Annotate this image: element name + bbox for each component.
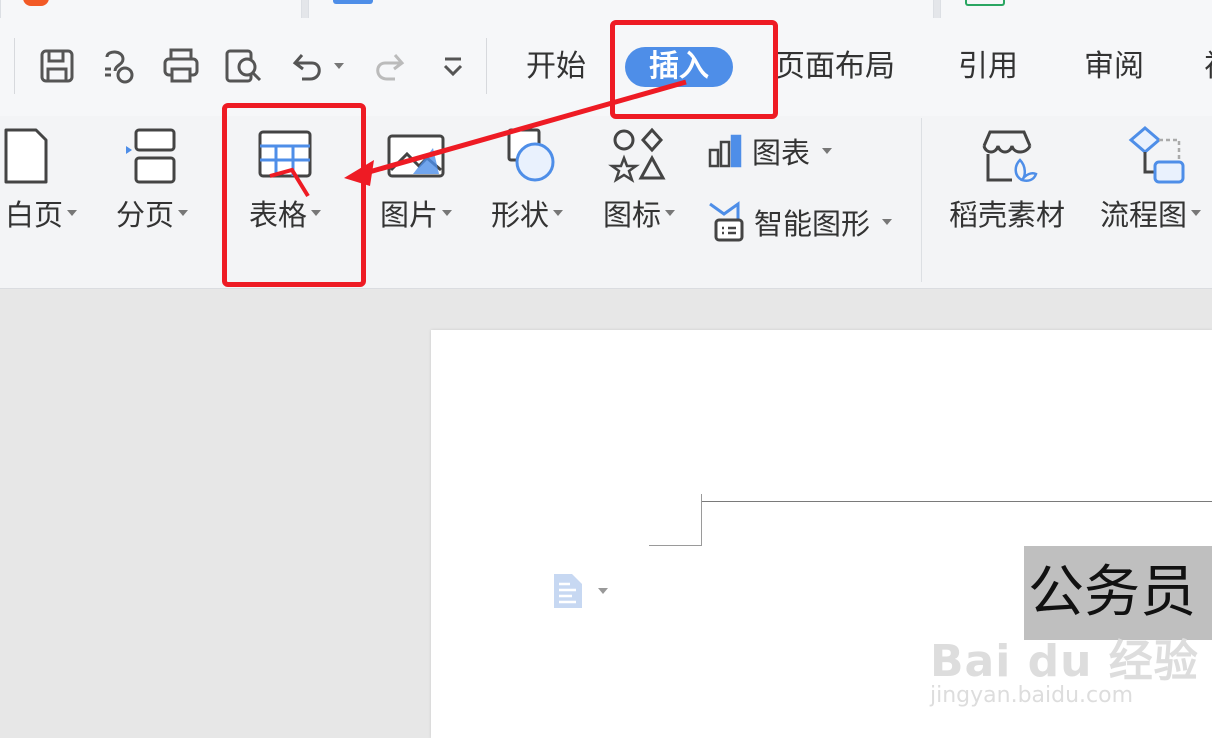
print-preview-button[interactable] [221, 44, 265, 88]
chart-button[interactable]: 图表 [706, 130, 833, 172]
picture-button[interactable]: 图片 [374, 126, 458, 234]
shape-label: 形状 [490, 198, 549, 232]
picture-label: 图片 [379, 198, 438, 232]
undo-dropdown-icon[interactable] [334, 63, 344, 69]
app-tab-strip [0, 0, 1212, 18]
page-margin-guide-vertical [701, 494, 702, 546]
redo-icon [376, 54, 405, 81]
page-break-label: 分页 [115, 198, 174, 232]
insert-tab-highlight [610, 20, 778, 119]
flowchart-button[interactable]: 流程图 [1100, 126, 1212, 234]
page-break-button[interactable]: 分页 [110, 126, 194, 234]
docer-material-button[interactable]: 稻壳素材 [944, 126, 1070, 234]
smart-art-dropdown-icon[interactable] [882, 219, 893, 225]
print-button[interactable] [159, 44, 203, 88]
save-button[interactable] [35, 44, 79, 88]
chart-label: 图表 [752, 136, 811, 170]
flowchart-icon [1128, 126, 1185, 184]
customize-quick-access-button[interactable] [431, 44, 475, 88]
shape-dropdown-icon[interactable] [553, 209, 563, 216]
undo-icon [292, 54, 321, 81]
watermark-brand: Bai du 经验 [930, 636, 1199, 687]
tab-view[interactable]: 视 [1204, 47, 1212, 87]
shape-button[interactable]: 形状 [484, 126, 570, 234]
tab-home[interactable]: 开始 [526, 47, 586, 87]
print-icon [163, 48, 199, 83]
document-tab-1[interactable] [0, 0, 302, 18]
page-margin-guide-horizontal [701, 501, 1212, 502]
quick-access-divider [14, 38, 15, 94]
smart-art-label: 智能图形 [754, 207, 871, 241]
document-tab-3[interactable] [940, 0, 1212, 18]
redo-button[interactable] [366, 44, 410, 88]
paragraph-layout-button[interactable] [552, 572, 608, 610]
flowchart-label: 流程图 [1100, 198, 1188, 232]
output-pdf-button[interactable] [98, 44, 142, 88]
page-break-icon [126, 128, 176, 184]
document-tab-2[interactable] [308, 0, 934, 18]
icon-library-label: 图标 [602, 198, 661, 232]
docer-material-label: 稻壳素材 [948, 198, 1065, 232]
material-store-icon [982, 130, 1038, 182]
smart-art-icon [709, 201, 744, 242]
table-button-highlight [222, 103, 366, 287]
shape-icon [507, 128, 555, 182]
blank-page-button[interactable]: 白页 [0, 126, 82, 234]
app-logo-icon [23, 0, 49, 6]
sheet-doc-icon [965, 0, 1005, 6]
page-break-dropdown-icon[interactable] [178, 209, 188, 216]
page-margin-guide-corner [649, 545, 702, 546]
preview-icon [225, 49, 262, 83]
export-icon [105, 50, 134, 84]
writer-doc-icon [333, 0, 373, 4]
chevron-down-icon [443, 57, 463, 77]
blank-page-dropdown-icon[interactable] [67, 209, 77, 216]
icons-gallery-icon [608, 127, 666, 183]
undo-button[interactable] [284, 44, 350, 88]
chart-dropdown-icon[interactable] [822, 148, 833, 154]
blank-page-icon [4, 128, 48, 184]
quick-access-divider-2 [486, 38, 487, 94]
watermark: Bai du 经验 jingyan.baidu.com [930, 625, 1199, 708]
blank-page-label: 白页 [4, 198, 63, 232]
tab-review[interactable]: 审阅 [1084, 47, 1144, 87]
flowchart-dropdown-icon[interactable] [1191, 209, 1202, 216]
tab-page-layout[interactable]: 页面布局 [775, 47, 895, 87]
ribbon-divider [921, 118, 922, 282]
save-icon [40, 49, 74, 83]
chart-icon [708, 134, 742, 168]
tab-references[interactable]: 引用 [958, 47, 1018, 87]
smart-art-button[interactable]: 智能图形 [706, 200, 893, 244]
picture-icon [387, 134, 445, 178]
icon-library-dropdown-icon[interactable] [665, 209, 675, 216]
paragraph-icon [554, 574, 582, 608]
picture-dropdown-icon[interactable] [442, 209, 452, 216]
paragraph-dropdown-icon[interactable] [598, 588, 608, 594]
icon-library-button[interactable]: 图标 [596, 126, 682, 234]
